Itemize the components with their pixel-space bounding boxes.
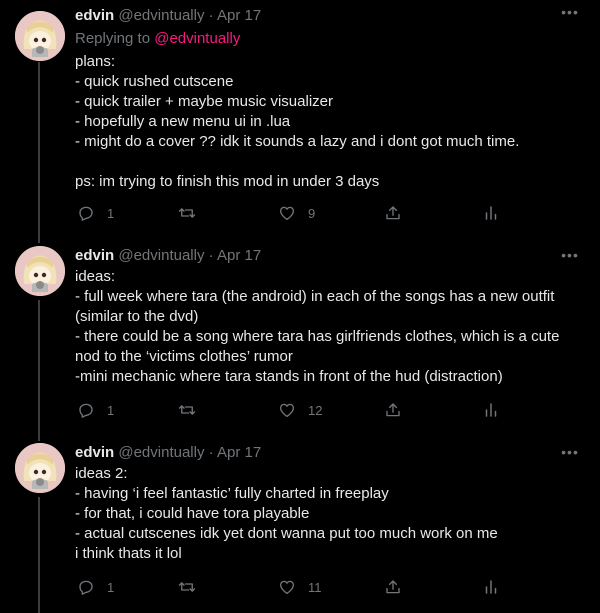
author-handle[interactable]: @edvintually [118, 7, 204, 24]
avatar[interactable] [15, 246, 65, 296]
author-name[interactable]: edvin [75, 247, 114, 264]
retweet-icon [178, 582, 196, 592]
replying-to-label: Replying to [75, 30, 151, 47]
share-button[interactable] [384, 400, 402, 420]
like-icon [279, 206, 295, 221]
separator: · [208, 444, 214, 461]
avatar[interactable] [15, 11, 65, 61]
analytics-button[interactable] [482, 577, 500, 597]
tweet-text-line: - quick rushed cutscene [75, 73, 234, 90]
like-button[interactable]: 12 [278, 400, 322, 420]
tweet-text-line: (similar to the dvd) [75, 308, 199, 325]
tweet-1[interactable]: edvin @edvintually · Apr 17 ••• Replying… [0, 0, 600, 235]
tweet-3[interactable]: edvin @edvintually · Apr 17 ••• ideas 2:… [0, 433, 600, 613]
tweet-text-line: i think thats it lol [75, 545, 182, 562]
like-count: 12 [308, 402, 323, 418]
author-name[interactable]: edvin [75, 444, 114, 461]
tweet-2[interactable]: edvin @edvintually · Apr 17 ••• ideas: -… [0, 235, 600, 433]
tweet-date[interactable]: Apr 17 [217, 7, 261, 24]
tweet-actions: 1 11 [75, 577, 515, 597]
tweet-actions: 1 9 [75, 203, 515, 223]
tweet-text-line: - quick trailer + maybe music visualizer [75, 93, 333, 110]
analytics-button[interactable] [482, 400, 500, 420]
thread-line [38, 235, 40, 243]
reply-button[interactable]: 1 [77, 577, 114, 597]
tweet-date[interactable]: Apr 17 [217, 444, 261, 461]
tweet-text-line: - having ‘i feel fantastic’ fully charte… [75, 485, 389, 502]
reply-count: 1 [107, 579, 115, 595]
retweet-button[interactable] [178, 203, 208, 223]
reply-count: 1 [107, 402, 115, 418]
thread-line [38, 433, 40, 441]
retweet-icon [178, 405, 196, 415]
reply-icon [79, 580, 93, 595]
thread-line [38, 300, 40, 433]
reply-icon [79, 206, 93, 221]
replying-to: Replying to @edvintually [75, 29, 240, 49]
retweet-button[interactable] [178, 577, 208, 597]
tweet-text-line: -mini mechanic where tara stands in fron… [75, 368, 503, 385]
reply-button[interactable]: 1 [77, 203, 114, 223]
like-icon [279, 403, 295, 418]
share-button[interactable] [384, 577, 402, 597]
tweet-header: edvin @edvintually · Apr 17 [75, 6, 261, 26]
tweet-actions: 1 12 [75, 400, 515, 420]
tweet-text-line: nod to the ‘victims clothes’ rumor [75, 348, 293, 365]
tweet-header: edvin @edvintually · Apr 17 [75, 443, 261, 463]
analytics-icon [485, 206, 497, 220]
tweet-text-line [75, 152, 585, 172]
tweet-text-line: - for that, i could have tora playable [75, 505, 310, 522]
separator: · [208, 247, 214, 264]
reply-icon [79, 403, 93, 418]
tweet-text: ideas: - full week where tara (the andro… [75, 267, 585, 387]
share-icon [386, 580, 400, 594]
thread-line [38, 62, 40, 235]
analytics-icon [485, 580, 497, 594]
tweet-date[interactable]: Apr 17 [217, 247, 261, 264]
share-icon [386, 403, 400, 417]
tweet-text-line: plans: [75, 53, 116, 70]
analytics-icon [485, 403, 497, 417]
tweet-text: plans: - quick rushed cutscene - quick t… [75, 52, 585, 192]
like-count: 9 [308, 205, 316, 221]
tweet-text: ideas 2: - having ‘i feel fantastic’ ful… [75, 464, 585, 564]
reply-count: 1 [107, 205, 115, 221]
like-button[interactable]: 11 [278, 577, 322, 597]
tweet-header: edvin @edvintually · Apr 17 [75, 246, 261, 266]
more-options-icon[interactable]: ••• [558, 5, 582, 21]
avatar[interactable] [15, 443, 65, 493]
like-button[interactable]: 9 [278, 203, 315, 223]
tweet-text-line: - might do a cover ?? idk it sounds a la… [75, 133, 520, 150]
tweet-text-line: ps: im trying to finish this mod in unde… [75, 173, 380, 190]
author-name[interactable]: edvin [75, 7, 114, 24]
tweet-text-line: - actual cutscenes idk yet dont wanna pu… [75, 525, 498, 542]
thread-line [38, 497, 40, 613]
share-button[interactable] [384, 203, 402, 223]
share-icon [386, 206, 400, 220]
more-options-icon[interactable]: ••• [558, 445, 582, 461]
like-count: 11 [308, 579, 322, 595]
retweet-icon [178, 208, 196, 218]
like-icon [279, 580, 295, 595]
tweet-text-line: ideas 2: [75, 465, 128, 482]
reply-button[interactable]: 1 [77, 400, 114, 420]
separator: · [208, 7, 214, 24]
analytics-button[interactable] [482, 203, 500, 223]
tweet-text-line: - there could be a song where tara has g… [75, 328, 560, 345]
author-handle[interactable]: @edvintually [118, 247, 204, 264]
replying-to-mention[interactable]: @edvintually [154, 30, 240, 47]
tweet-text-line: ideas: [75, 268, 116, 285]
retweet-button[interactable] [178, 400, 208, 420]
tweet-text-line: - hopefully a new menu ui in .lua [75, 113, 291, 130]
tweet-text-line: - full week where tara (the android) in … [75, 288, 555, 305]
author-handle[interactable]: @edvintually [118, 444, 204, 461]
more-options-icon[interactable]: ••• [558, 248, 582, 264]
